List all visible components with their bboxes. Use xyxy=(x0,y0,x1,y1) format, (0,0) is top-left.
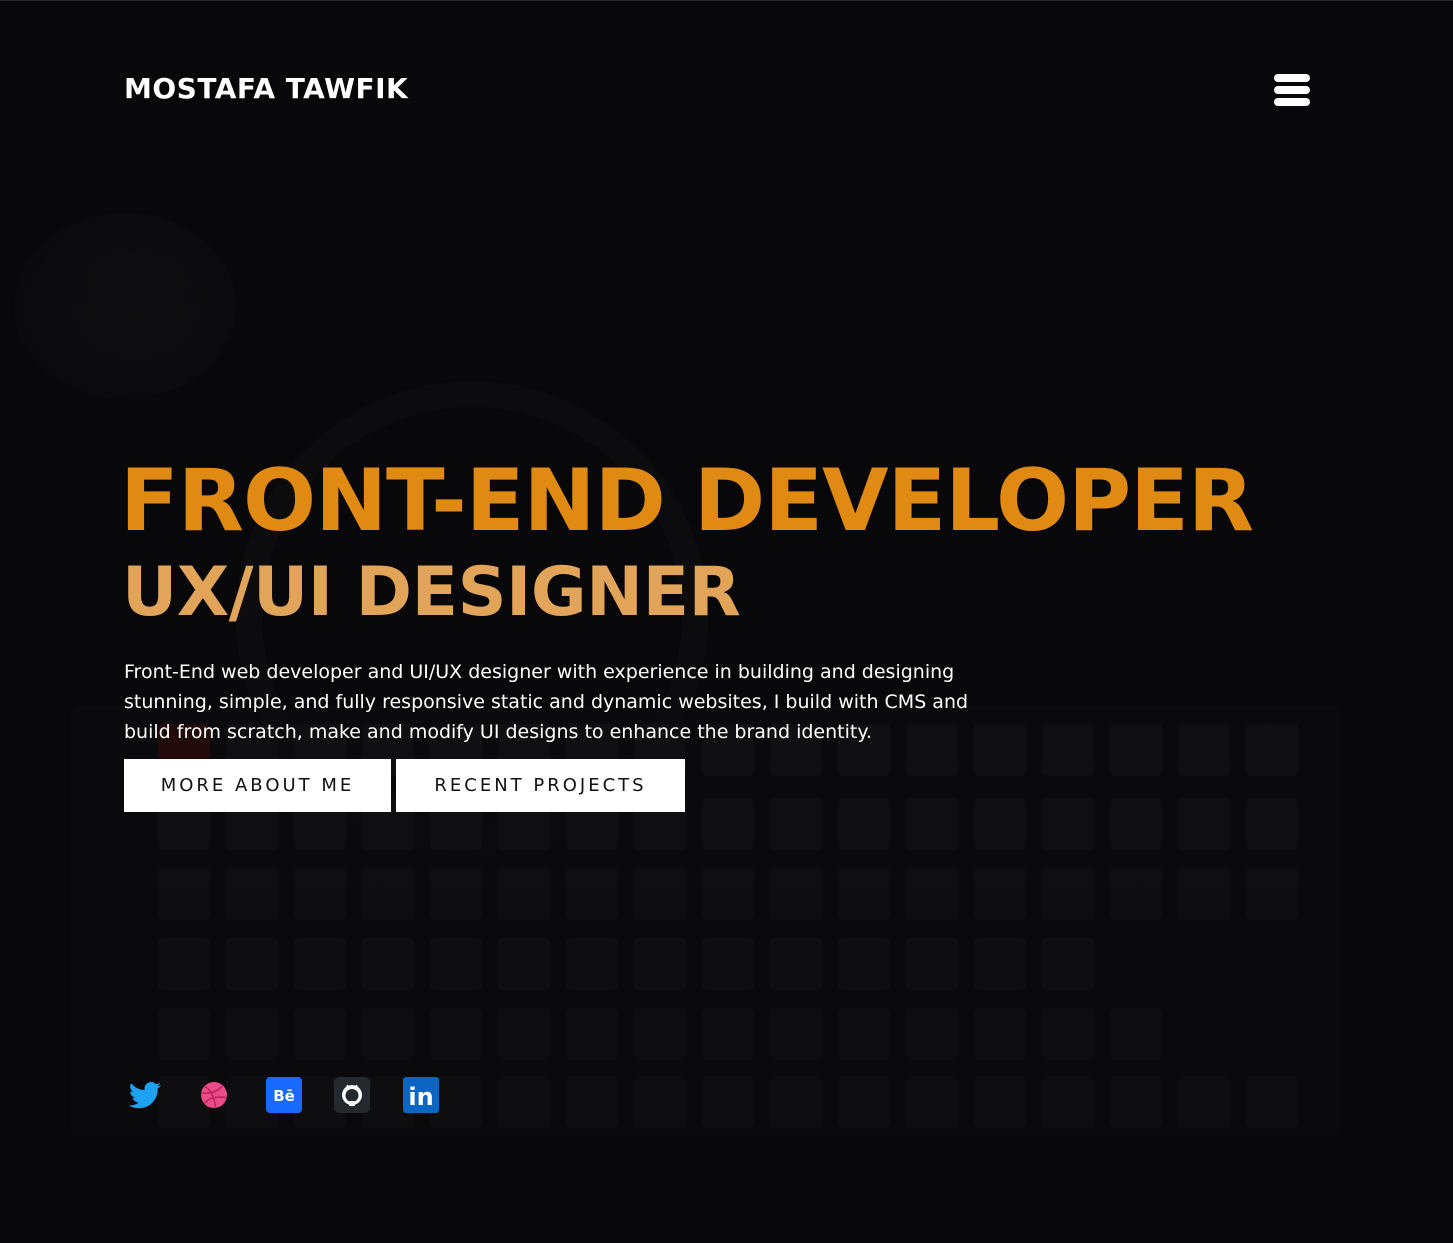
hero-description: Front-End web developer and UI/UX design… xyxy=(124,661,969,743)
github-link[interactable] xyxy=(334,1077,370,1113)
page: MOSTAFA TAWFIK FRONT-END DEVELOPER UX/UI… xyxy=(0,0,1453,1243)
menu-bar xyxy=(1274,74,1310,82)
github-icon xyxy=(334,1077,370,1113)
svg-text:Bē: Bē xyxy=(273,1087,295,1105)
linkedin-link[interactable]: in xyxy=(403,1077,439,1113)
dribbble-link[interactable] xyxy=(196,1077,232,1113)
svg-text:in: in xyxy=(408,1083,433,1111)
behance-link[interactable]: Bē xyxy=(266,1077,302,1113)
hero-subtitle: UX/UI DESIGNER xyxy=(122,553,741,632)
menu-bar xyxy=(1274,86,1310,94)
dribbble-icon xyxy=(201,1082,227,1108)
twitter-icon xyxy=(128,1082,161,1109)
behance-icon: Bē xyxy=(266,1077,302,1113)
recent-projects-button[interactable]: RECENT PROJECTS xyxy=(396,759,685,812)
twitter-link[interactable] xyxy=(127,1077,163,1113)
hero-title: FRONT-END DEVELOPER xyxy=(120,451,1254,551)
linkedin-icon: in xyxy=(403,1077,439,1113)
hamburger-menu-icon[interactable] xyxy=(1272,72,1312,108)
site-brand[interactable]: MOSTAFA TAWFIK xyxy=(124,71,408,107)
more-about-me-button[interactable]: MORE ABOUT ME xyxy=(124,759,391,812)
menu-bar xyxy=(1274,98,1310,106)
